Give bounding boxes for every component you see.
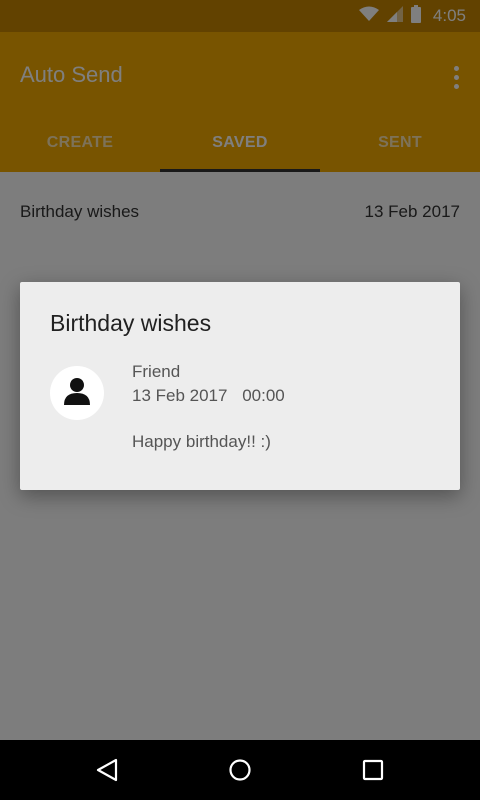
recipient-name: Friend	[132, 362, 181, 381]
schedule-line: 13 Feb 2017 00:00	[132, 384, 295, 408]
nav-back-icon[interactable]	[87, 750, 127, 790]
nav-recents-icon[interactable]	[353, 750, 393, 790]
dialog-title: Birthday wishes	[50, 310, 212, 336]
dialog-info: Friend 13 Feb 2017 00:00 Happy birthday!…	[132, 360, 295, 454]
schedule-time: 00:00	[242, 386, 285, 405]
message-detail-dialog: Birthday wishes Friend 13 Feb 2017 00:00…	[20, 282, 460, 490]
avatar	[50, 366, 104, 420]
nav-home-icon[interactable]	[220, 750, 260, 790]
navigation-bar	[0, 740, 480, 800]
message-text: Happy birthday!! :)	[132, 432, 271, 451]
person-icon	[62, 377, 92, 410]
schedule-date: 13 Feb 2017	[132, 386, 228, 405]
